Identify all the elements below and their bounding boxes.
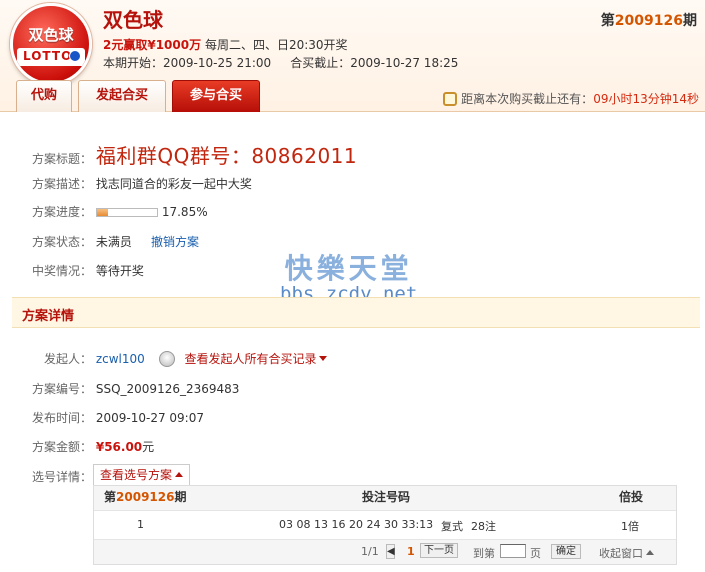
row-count: 28注 xyxy=(471,520,496,533)
tab-proxy-buy[interactable]: 代购 xyxy=(16,80,72,112)
plan-number: SSQ_2009126_2369483 xyxy=(95,382,240,396)
goto-suffix: 页 xyxy=(530,547,541,560)
countdown: 距离本次购买截止还有：09小时13分钟14秒 xyxy=(443,90,699,107)
issue-dates: 本期开始：2009-10-25 21:00 合买截止：2009-10-27 18… xyxy=(103,54,458,71)
row-multiple: 1倍 xyxy=(621,520,639,533)
table-row: 1 03 08 13 16 20 24 30 33:13 复式 28注 1倍 xyxy=(94,510,676,540)
countdown-label: 距离本次购买截止还有： xyxy=(461,92,594,106)
logo-band: LOTTO xyxy=(17,48,85,66)
avatar-icon xyxy=(158,351,175,367)
initiator-label: 发起人： xyxy=(44,352,93,366)
plan-amount-row: 方案金额： ¥56.00元 xyxy=(32,438,154,455)
current-page[interactable]: 1 xyxy=(407,545,415,558)
col-multiple-header: 倍投 xyxy=(619,490,644,504)
chevron-up-icon xyxy=(175,472,184,477)
row-type: 复式 xyxy=(441,520,463,533)
end-time: 2009-10-27 18:25 xyxy=(350,56,459,70)
plan-status: 未满员 xyxy=(95,235,132,249)
cancel-plan-link[interactable]: 撤销方案 xyxy=(151,235,199,249)
selection-row: 选号详情： xyxy=(32,468,92,485)
watermark-cn: 快樂天堂 xyxy=(284,252,413,285)
view-selection-button[interactable]: 查看选号方案 xyxy=(93,464,191,486)
start-time: 2009-10-25 21:00 xyxy=(163,56,272,70)
collapse-label: 收起窗口 xyxy=(599,547,643,560)
logo-band-text: LOTTO xyxy=(23,49,73,63)
plan-progress-row: 方案进度： 17.85% xyxy=(32,203,208,220)
promo-prefix: 2元赢取 xyxy=(103,38,148,52)
progress-fill xyxy=(96,209,108,216)
clock-icon xyxy=(443,92,458,106)
plan-title-label: 方案标题： xyxy=(32,152,93,166)
countdown-time: 09小时13分钟14秒 xyxy=(593,92,699,106)
plan-desc-label: 方案描述： xyxy=(32,177,93,191)
plan-amount: ¥56.00 xyxy=(95,440,143,454)
col-issue-header: 第2009126期 xyxy=(104,486,186,508)
draw-schedule: 每周二、四、日20:30开奖 xyxy=(204,38,348,52)
progress-bar xyxy=(95,208,158,217)
issue-num: 2009126 xyxy=(614,13,683,29)
pager: 1/1 ◀ 1 下一页 到第 页 确定 收起窗口 xyxy=(94,540,676,564)
lottery-name: 双色球 xyxy=(103,8,163,32)
details-section-title: 方案详情 xyxy=(22,309,75,324)
tab-start-group-buy[interactable]: 发起合买 xyxy=(78,80,166,112)
plan-title: 福利群QQ群号：80862011 xyxy=(95,144,358,168)
plan-status-row: 方案状态： 未满员 撤销方案 xyxy=(32,233,199,250)
next-page-button[interactable]: 下一页 xyxy=(420,543,458,558)
plan-number-row: 方案编号： SSQ_2009126_2369483 xyxy=(32,380,239,397)
start-label: 本期开始： xyxy=(103,56,164,70)
issue-number: 第2009126期 xyxy=(601,10,697,30)
col-numbers-header: 投注号码 xyxy=(362,490,411,504)
chevron-down-icon xyxy=(319,356,328,361)
plan-prize-label: 中奖情况： xyxy=(32,264,93,278)
promo-amount: ¥1000万 xyxy=(147,38,202,52)
col-issue-num: 2009126 xyxy=(116,490,175,504)
plan-prize-row: 中奖情况： 等待开奖 xyxy=(32,262,144,279)
plan-progress-pct: 17.85% xyxy=(161,205,208,219)
tab-join-group-buy[interactable]: 参与合买 xyxy=(172,80,260,112)
col-issue-suffix: 期 xyxy=(174,490,187,504)
promo-line: 2元赢取¥1000万 每周二、四、日20:30开奖 xyxy=(103,36,348,53)
issue-prefix: 第 xyxy=(600,13,615,29)
plan-desc-row: 方案描述： 找志同道合的彩友一起中大奖 xyxy=(32,175,252,192)
goto-page-input[interactable] xyxy=(500,544,526,558)
publish-time-row: 发布时间： 2009-10-27 09:07 xyxy=(32,409,204,426)
row-index: 1 xyxy=(137,518,144,531)
view-selection-label: 查看选号方案 xyxy=(100,468,173,482)
initiator-row: 发起人： zcwl100 查看发起人所有合买记录 xyxy=(44,350,328,367)
plan-amount-label: 方案金额： xyxy=(32,440,93,454)
lottery-header: 双色球 LOTTO 双色球 2元赢取¥1000万 每周二、四、日20:30开奖 … xyxy=(0,0,705,112)
issue-suffix: 期 xyxy=(683,13,697,29)
plan-number-label: 方案编号： xyxy=(32,382,93,396)
end-label: 合买截止： xyxy=(290,56,351,70)
ssq-logo: 双色球 LOTTO xyxy=(10,3,92,85)
plan-title-row: 方案标题： 福利群QQ群号：80862011 xyxy=(32,140,357,169)
logo-text: 双色球 xyxy=(28,26,74,44)
blue-ball-icon xyxy=(69,50,81,62)
selection-label: 选号详情： xyxy=(32,470,93,484)
collapse-window-link[interactable]: 收起窗口 xyxy=(599,545,654,561)
publish-time-label: 发布时间： xyxy=(32,411,93,425)
details-section-header: 方案详情 xyxy=(12,297,700,328)
initiator-link[interactable]: zcwl100 xyxy=(96,352,145,366)
prev-page-icon[interactable]: ◀ xyxy=(386,544,395,559)
page-info: 1/1 xyxy=(361,545,379,558)
plan-progress-label: 方案进度： xyxy=(32,205,93,219)
goto-prefix: 到第 xyxy=(473,547,495,560)
plan-amount-unit: 元 xyxy=(142,440,155,454)
publish-time: 2009-10-27 09:07 xyxy=(95,411,204,425)
selection-table: 第2009126期 投注号码 倍投 1 03 08 13 16 20 24 30… xyxy=(93,485,677,565)
plan-status-label: 方案状态： xyxy=(32,235,93,249)
collapse-icon xyxy=(646,550,654,555)
plan-desc: 找志同道合的彩友一起中大奖 xyxy=(95,177,252,191)
col-issue-prefix: 第 xyxy=(104,490,117,504)
records-link[interactable]: 查看发起人所有合买记录 xyxy=(184,352,316,366)
confirm-button[interactable]: 确定 xyxy=(551,544,581,559)
row-numbers: 03 08 13 16 20 24 30 33:13 xyxy=(279,518,434,531)
plan-prize: 等待开奖 xyxy=(95,264,144,278)
